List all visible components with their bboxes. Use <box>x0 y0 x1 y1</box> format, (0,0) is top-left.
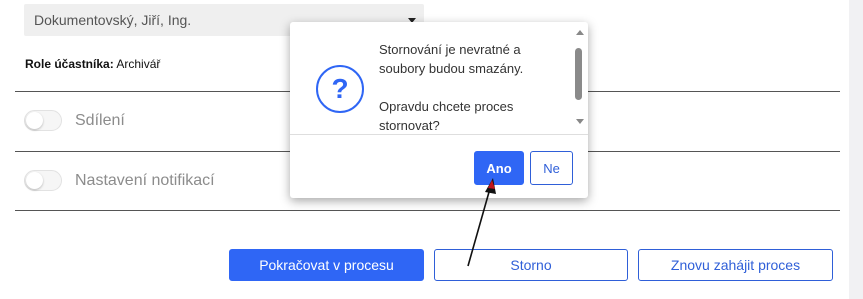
sharing-toggle[interactable] <box>24 110 62 131</box>
dialog-message: Stornování je nevratné a soubory budou s… <box>379 40 569 135</box>
dialog-footer: Ano Ne <box>290 134 588 198</box>
scrollbar-thumb[interactable] <box>575 48 582 100</box>
scroll-down-arrow-icon[interactable] <box>576 119 584 124</box>
role-value: Archivář <box>116 57 161 71</box>
sharing-toggle-label: Sdílení <box>75 111 125 129</box>
divider <box>15 210 840 211</box>
scroll-up-arrow-icon[interactable] <box>576 30 584 35</box>
dialog-scrollbar[interactable] <box>573 30 587 130</box>
toggle-row-notifications: Nastavení notifikací <box>24 170 215 191</box>
dialog-body: ? Stornování je nevratné a soubory budou… <box>290 22 588 134</box>
dialog-message-line: Opravdu chcete proces stornovat? <box>379 99 514 133</box>
toggle-knob <box>26 112 43 129</box>
restart-process-button[interactable]: Znovu zahájit proces <box>638 249 833 281</box>
dialog-message-line: Stornování je nevratné a soubory budou s… <box>379 42 524 76</box>
participant-select-value: Dokumentovský, Jiří, Ing. <box>34 12 192 28</box>
notifications-toggle-label: Nastavení notifikací <box>75 171 215 189</box>
notifications-toggle[interactable] <box>24 170 62 191</box>
confirm-yes-button[interactable]: Ano <box>474 151 524 185</box>
continue-process-button[interactable]: Pokračovat v procesu <box>229 249 424 281</box>
cancel-process-button[interactable]: Storno <box>434 249 628 281</box>
toggle-knob <box>26 172 43 189</box>
confirm-dialog: ? Stornování je nevratné a soubory budou… <box>290 22 588 198</box>
toggle-row-sharing: Sdílení <box>24 110 125 131</box>
role-label: Role účastníka: <box>25 57 114 71</box>
question-icon: ? <box>316 65 364 113</box>
participant-role: Role účastníka: Archivář <box>25 57 160 71</box>
confirm-no-button[interactable]: Ne <box>530 151 573 185</box>
